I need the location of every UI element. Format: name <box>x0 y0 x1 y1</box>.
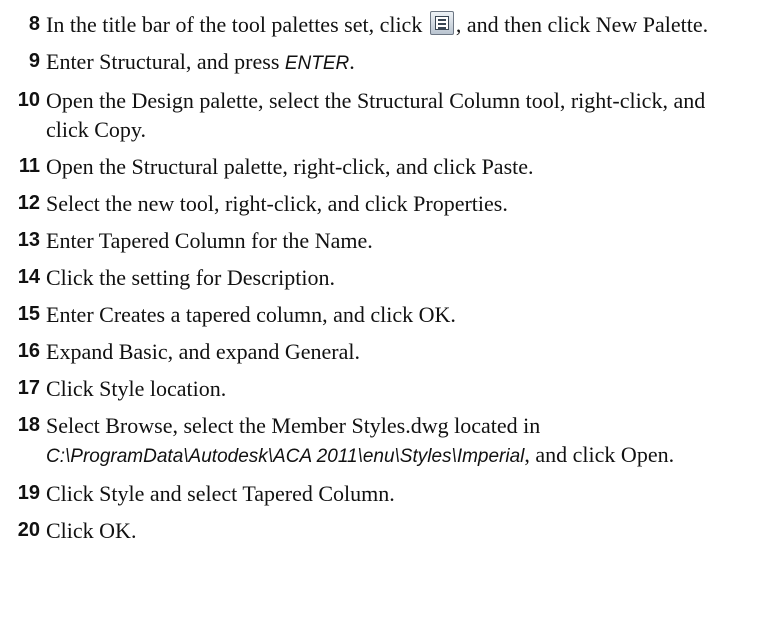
instruction-steps: 8 In the title bar of the tool palettes … <box>0 10 760 553</box>
step-text: Open the Structural palette, right-click… <box>46 154 534 179</box>
step-19: 19 Click Style and select Tapered Column… <box>0 479 760 508</box>
step-text-before: Select Browse, select the Member Styles.… <box>46 413 541 438</box>
step-number: 20 <box>17 519 40 541</box>
step-text: Select Browse, select the Member Styles.… <box>46 411 760 471</box>
step-text: Expand Basic, and expand General. <box>46 339 360 364</box>
step-text: In the title bar of the tool palettes se… <box>46 10 760 39</box>
step-number: 14 <box>17 266 40 288</box>
step-text: Enter Structural, and press ENTER. <box>46 47 760 78</box>
step-20: 20 Click OK. <box>0 516 760 545</box>
step-number: 15 <box>17 303 40 325</box>
step-text-after: , and click Open. <box>524 442 675 467</box>
step-text: Open the Design palette, select the Stru… <box>46 88 706 142</box>
step-number: 16 <box>17 340 40 362</box>
step-number: 19 <box>17 482 40 504</box>
step-13: 13 Enter Tapered Column for the Name. <box>0 226 760 255</box>
file-path: C:\ProgramData\Autodesk\ACA 2011\enu\Sty… <box>46 446 525 467</box>
step-14: 14 Click the setting for Description. <box>0 263 760 292</box>
step-text: Click Style and select Tapered Column. <box>46 481 395 506</box>
step-text: Select the new tool, right-click, and cl… <box>46 191 508 216</box>
key-name: ENTER <box>284 53 350 74</box>
step-17: 17 Click Style location. <box>0 374 760 403</box>
step-number: 9 <box>28 50 40 72</box>
step-text-main: Enter Structural, and press <box>46 49 280 74</box>
step-18: 18 Select Browse, select the Member Styl… <box>0 411 760 471</box>
step-number: 13 <box>17 229 40 251</box>
step-text-after: , and then click New Palette. <box>455 12 709 37</box>
step-text-after: . <box>349 49 355 74</box>
step-8: 8 In the title bar of the tool palettes … <box>0 10 760 39</box>
step-11: 11 Open the Structural palette, right-cl… <box>0 152 760 181</box>
step-text: Click OK. <box>46 518 137 543</box>
step-10: 10 Open the Design palette, select the S… <box>0 86 760 144</box>
step-15: 15 Enter Creates a tapered column, and c… <box>0 300 760 329</box>
step-text: Enter Tapered Column for the Name. <box>46 228 373 253</box>
step-text: Enter Creates a tapered column, and clic… <box>46 302 456 327</box>
step-text: Click Style location. <box>46 376 227 401</box>
step-9: 9 Enter Structural, and press ENTER. <box>0 47 760 78</box>
step-number: 8 <box>28 13 40 35</box>
step-number: 10 <box>17 89 40 111</box>
step-number: 11 <box>18 155 40 177</box>
step-12: 12 Select the new tool, right-click, and… <box>0 189 760 218</box>
step-number: 12 <box>17 192 40 214</box>
step-text: Click the setting for Description. <box>46 265 335 290</box>
step-number: 18 <box>17 414 40 436</box>
tool-palette-properties-icon <box>429 11 454 35</box>
step-text-before: In the title bar of the tool palettes se… <box>46 12 423 37</box>
step-16: 16 Expand Basic, and expand General. <box>0 337 760 366</box>
step-number: 17 <box>17 377 40 399</box>
